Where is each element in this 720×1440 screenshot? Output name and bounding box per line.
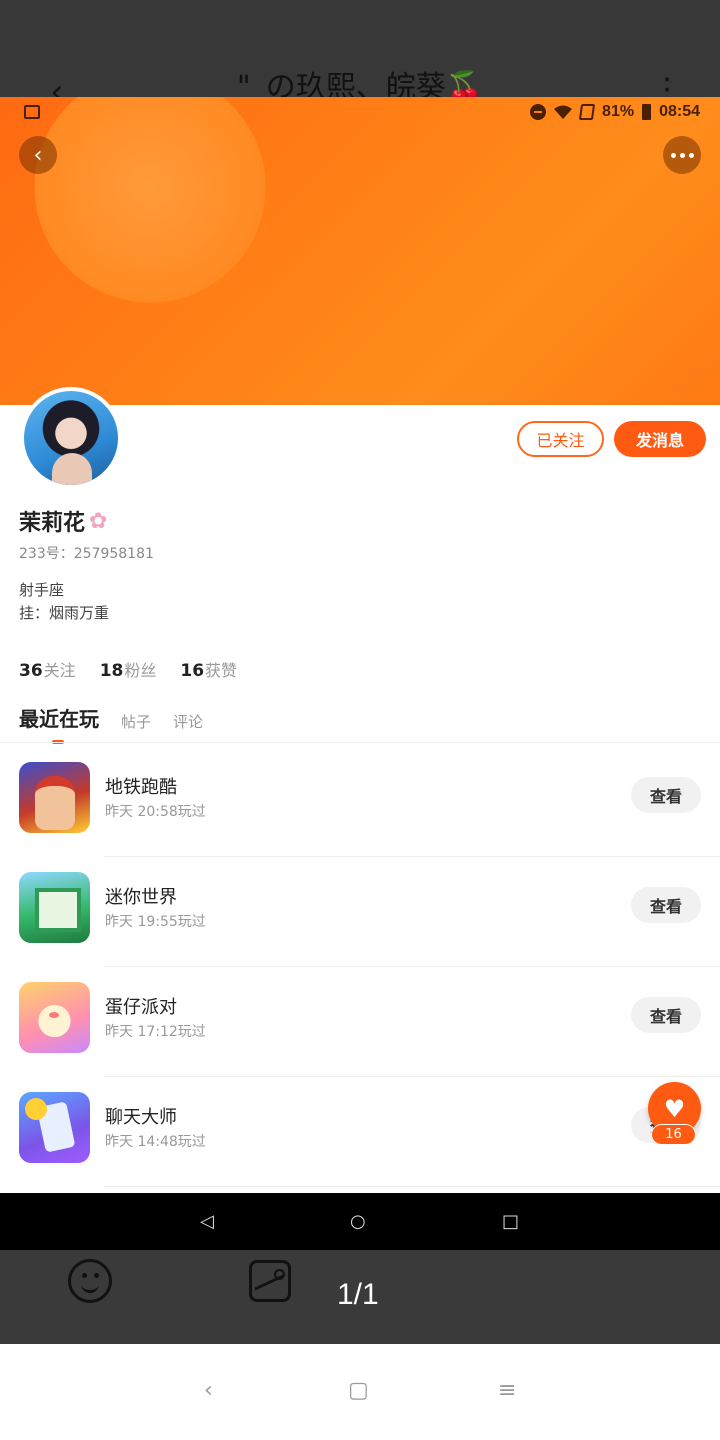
- profile-tabs: 最近在玩 帖子 评论: [19, 703, 203, 744]
- sim-icon: [578, 104, 596, 120]
- profile-bio-line2: 挂：烟雨万重: [19, 604, 110, 622]
- more-dot-icon: [670, 152, 676, 158]
- game-time: 昨天 17:12玩过: [105, 1024, 206, 1040]
- stat-followers[interactable]: 18粉丝: [100, 657, 157, 681]
- profile-name: 茉莉花 ✿: [19, 505, 107, 537]
- emoji-icon[interactable]: [68, 1259, 112, 1303]
- game-title: 蛋仔派对: [105, 997, 177, 1018]
- chevron-left-icon: ‹: [33, 142, 43, 168]
- view-button[interactable]: 查看: [631, 997, 701, 1033]
- dnd-icon: [530, 104, 547, 120]
- view-button[interactable]: 查看: [631, 887, 701, 923]
- nav-back-triangle-icon[interactable]: ◁: [200, 1211, 214, 1232]
- inner-nav-bar: ◁ ○ □: [0, 1193, 720, 1250]
- profile-uid: 233号：257958181: [19, 546, 154, 562]
- tab-comments[interactable]: 评论: [173, 711, 203, 732]
- status-bar: 81% 08:54: [0, 97, 720, 129]
- nav-home-circle-icon[interactable]: ○: [350, 1211, 366, 1232]
- wifi-icon: [554, 105, 573, 119]
- back-button[interactable]: ‹: [19, 136, 57, 174]
- avatar[interactable]: [20, 387, 122, 489]
- nav-menu-icon[interactable]: ≡: [498, 1378, 516, 1403]
- list-item[interactable]: 迷你世界 昨天 19:55玩过 查看: [0, 857, 720, 967]
- nav-recents-square-icon[interactable]: □: [502, 1211, 519, 1232]
- cherry-blossom-icon: ✿: [89, 508, 108, 534]
- profile-banner: [0, 97, 720, 405]
- battery-icon: [642, 104, 652, 120]
- game-time: 昨天 14:48玩过: [105, 1134, 206, 1150]
- mini-world-icon: [19, 872, 90, 943]
- stat-likes[interactable]: 16获赞: [180, 657, 237, 681]
- image-notification-icon: [24, 105, 40, 119]
- viewer-toolbar: 1/1: [0, 1250, 720, 1344]
- subway-surfers-icon: [19, 762, 90, 833]
- profile-name-text: 茉莉花: [19, 511, 86, 536]
- battery-percent: 81%: [602, 103, 635, 120]
- heart-icon: ♥: [663, 1094, 686, 1123]
- list-item[interactable]: 地铁跑酷 昨天 20:58玩过 查看: [0, 747, 720, 857]
- follow-button[interactable]: 已关注: [517, 421, 604, 457]
- screen: ‹ "_の玖熙、皖葵🍒 ⋮ 81% 08:54 ‹ 已关注 发消息 茉莉花 ✿: [0, 0, 720, 1440]
- message-button[interactable]: 发消息: [614, 421, 706, 457]
- recent-games-list: 地铁跑酷 昨天 20:58玩过 查看 迷你世界 昨天 19:55玩过 查看 蛋仔…: [0, 747, 720, 1187]
- chat-master-icon: [19, 1092, 90, 1163]
- system-nav-bar: ‹ ▢ ≡: [0, 1344, 720, 1440]
- list-item[interactable]: 聊天大师 昨天 14:48玩过 查看: [0, 1077, 720, 1187]
- game-title: 地铁跑酷: [105, 777, 177, 798]
- game-title: 聊天大师: [105, 1107, 177, 1128]
- tabs-divider: [0, 742, 720, 743]
- view-button[interactable]: 查看: [631, 777, 701, 813]
- divider: [104, 1186, 720, 1187]
- gallery-icon[interactable]: [249, 1260, 291, 1302]
- page-indicator: 1/1: [337, 1278, 379, 1311]
- profile-screenshot: 81% 08:54 ‹ 已关注 发消息 茉莉花 ✿ 233号：257958181…: [0, 97, 720, 1250]
- profile-bio-line1: 射手座: [19, 581, 65, 599]
- game-title: 迷你世界: [105, 887, 177, 908]
- game-time: 昨天 19:55玩过: [105, 914, 206, 930]
- tab-recent-play[interactable]: 最近在玩: [19, 703, 99, 744]
- game-time: 昨天 20:58玩过: [105, 804, 206, 820]
- list-item[interactable]: 蛋仔派对 昨天 17:12玩过 查看: [0, 967, 720, 1077]
- nav-back-icon[interactable]: ‹: [204, 1378, 213, 1403]
- like-count: 16: [651, 1124, 696, 1145]
- stat-following[interactable]: 36关注: [19, 657, 76, 681]
- profile-stats: 36关注 18粉丝 16获赞: [19, 657, 237, 681]
- nav-home-icon[interactable]: ▢: [348, 1378, 369, 1403]
- clock: 08:54: [659, 103, 700, 120]
- eggy-party-icon: [19, 982, 90, 1053]
- tab-posts[interactable]: 帖子: [121, 711, 151, 732]
- more-button[interactable]: [663, 136, 701, 174]
- viewer-header: ‹ "_の玖熙、皖葵🍒 ⋮: [0, 0, 720, 112]
